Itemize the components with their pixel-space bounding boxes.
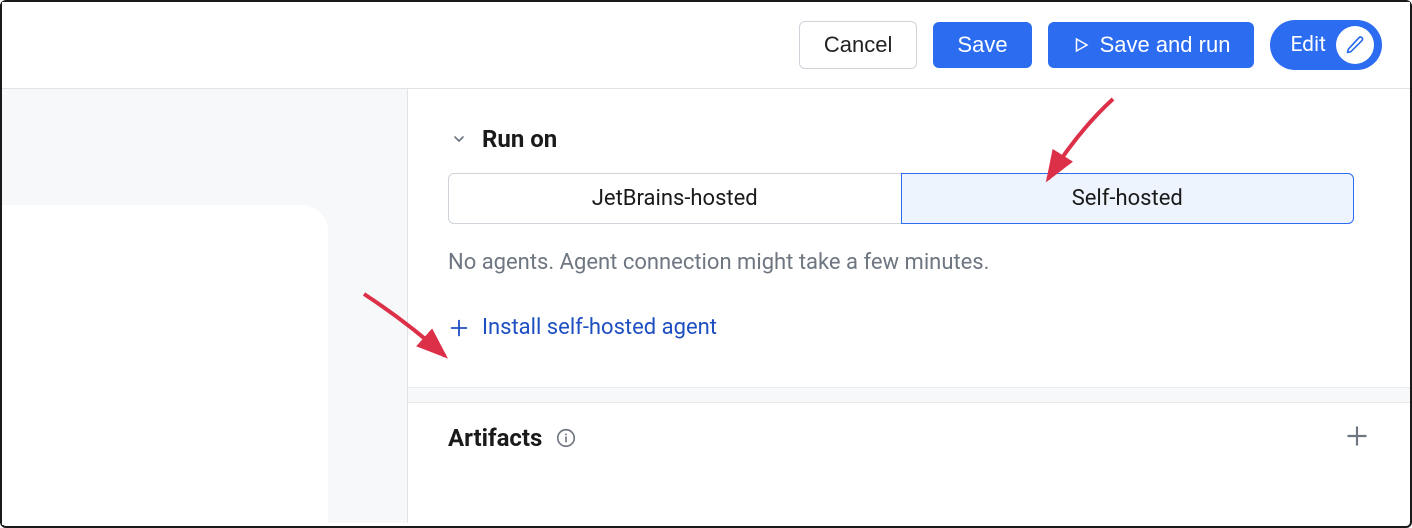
edit-toggle[interactable]: Edit: [1270, 20, 1382, 70]
self-hosted-option[interactable]: Self-hosted: [901, 173, 1355, 224]
plus-icon: [448, 317, 470, 339]
pencil-icon: [1336, 26, 1374, 64]
sidebar: [2, 89, 408, 523]
edit-label: Edit: [1290, 33, 1326, 57]
save-button[interactable]: Save: [933, 22, 1031, 68]
save-and-run-label: Save and run: [1100, 34, 1231, 56]
main-panel: Run on JetBrains-hosted Self-hosted No a…: [408, 89, 1410, 523]
save-and-run-button[interactable]: Save and run: [1048, 22, 1255, 68]
no-agents-status: No agents. Agent connection might take a…: [448, 250, 1370, 275]
jetbrains-hosted-option[interactable]: JetBrains-hosted: [448, 173, 901, 224]
info-icon[interactable]: [554, 426, 578, 450]
section-divider: [408, 387, 1410, 403]
chevron-down-icon[interactable]: [448, 128, 470, 150]
play-icon: [1072, 36, 1090, 54]
artifacts-header: Artifacts: [448, 423, 1370, 453]
install-self-hosted-link[interactable]: Install self-hosted agent: [448, 315, 717, 340]
content-area: Run on JetBrains-hosted Self-hosted No a…: [2, 89, 1410, 523]
toolbar: Cancel Save Save and run Edit: [2, 2, 1410, 89]
run-on-title: Run on: [482, 125, 557, 153]
run-on-header: Run on: [448, 125, 1370, 153]
cancel-button[interactable]: Cancel: [799, 21, 917, 69]
add-artifact-button[interactable]: [1344, 423, 1370, 453]
artifacts-title: Artifacts: [448, 424, 542, 452]
sidebar-card: [2, 205, 328, 525]
host-segmented-control: JetBrains-hosted Self-hosted: [448, 173, 1354, 224]
install-link-label: Install self-hosted agent: [482, 315, 717, 340]
